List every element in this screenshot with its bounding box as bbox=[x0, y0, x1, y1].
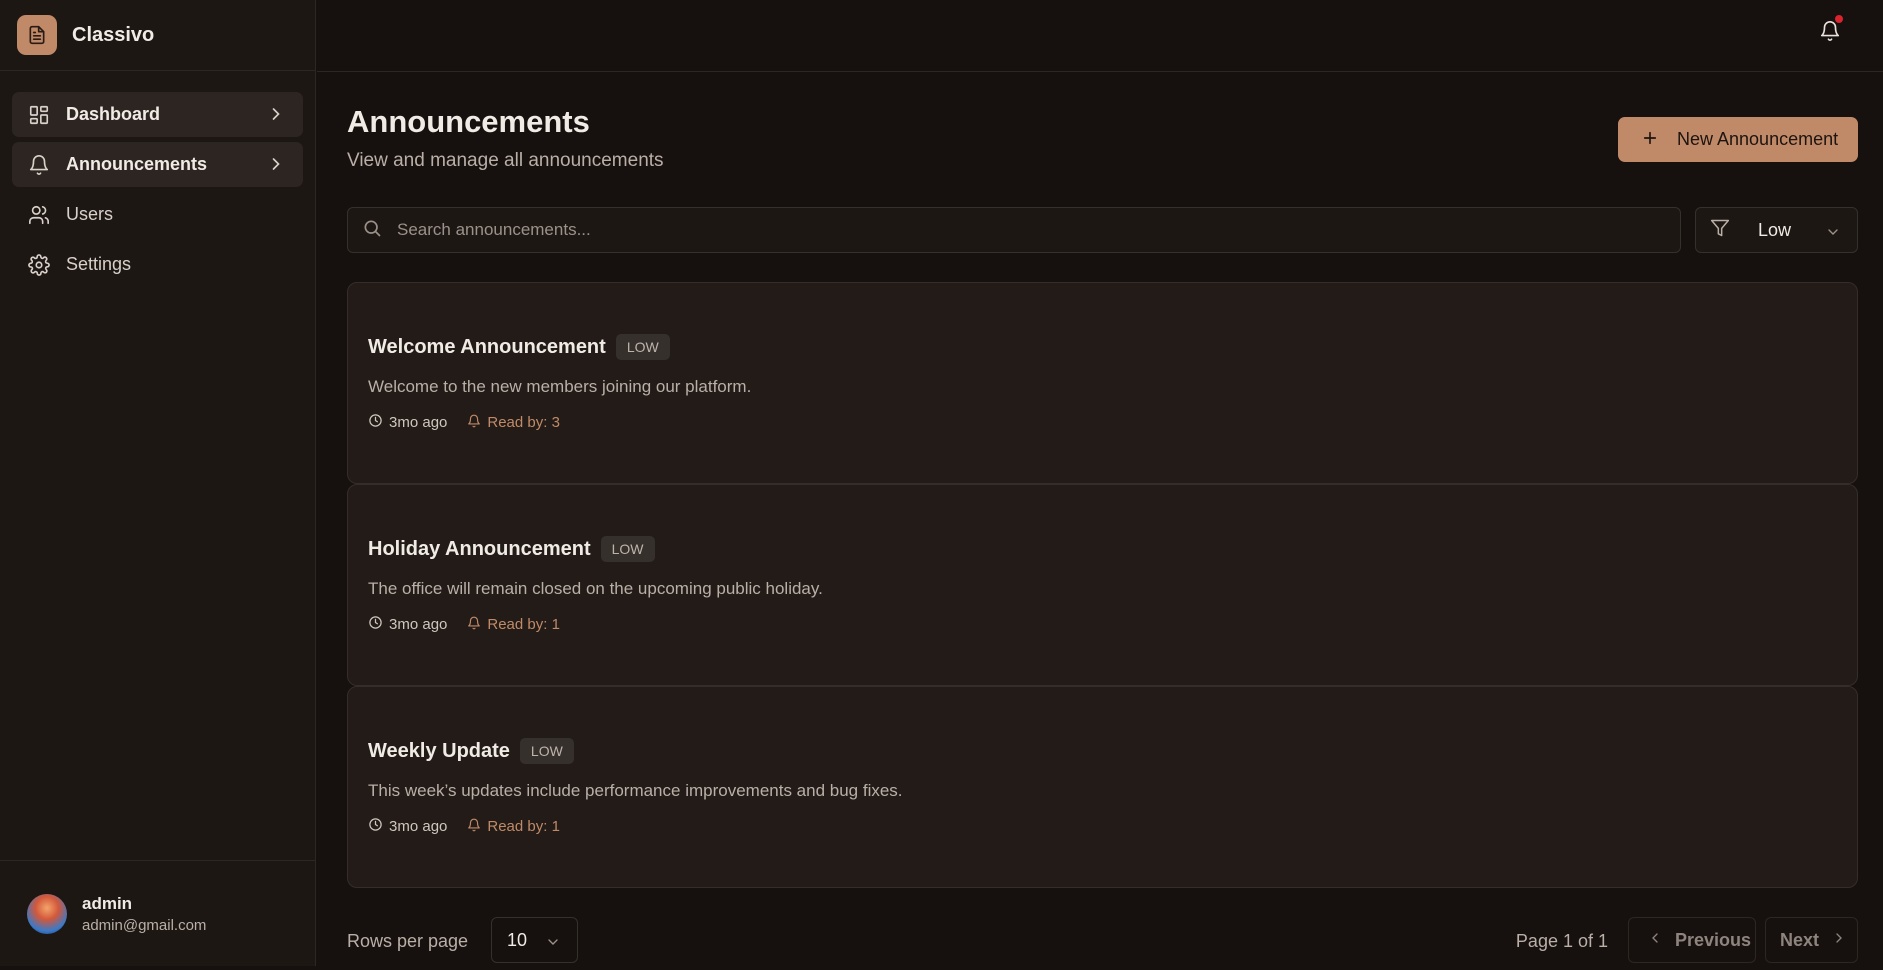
priority-badge: LOW bbox=[615, 334, 670, 360]
sidebar-item-label: Dashboard bbox=[66, 104, 161, 124]
brand: Classivo bbox=[0, 0, 315, 71]
sidebar-item-announcements[interactable]: Announcements bbox=[12, 142, 303, 187]
page-title: Announcements bbox=[347, 104, 590, 139]
announcement-card[interactable]: Welcome Announcement LOW Welcome to the … bbox=[347, 282, 1858, 484]
sidebar-item-dashboard[interactable]: Dashboard bbox=[12, 92, 303, 137]
search-bar[interactable] bbox=[347, 207, 1681, 253]
clock-icon bbox=[368, 817, 383, 836]
plus-icon bbox=[1641, 128, 1659, 152]
announcement-description: This week’s updates include performance … bbox=[368, 781, 903, 800]
page-info: Page 1 of 1 bbox=[1515, 931, 1608, 951]
clock-icon bbox=[368, 413, 383, 432]
avatar bbox=[27, 893, 67, 934]
bell-icon bbox=[27, 153, 51, 177]
top-bar bbox=[317, 0, 1883, 72]
user-info: admin admin@gmail.com bbox=[82, 894, 206, 934]
user-name: admin bbox=[82, 893, 133, 913]
sidebar-item-label: Announcements bbox=[66, 154, 208, 174]
card-header: Weekly Update LOW bbox=[368, 738, 574, 764]
new-announcement-button[interactable]: New Announcement bbox=[1618, 117, 1858, 162]
bell-icon bbox=[467, 414, 481, 432]
search-input[interactable] bbox=[397, 220, 1597, 240]
notification-dot bbox=[1835, 15, 1843, 23]
announcement-description: Welcome to the new members joining our p… bbox=[368, 377, 752, 396]
announcement-list: Welcome Announcement LOW Welcome to the … bbox=[347, 282, 1858, 888]
previous-label: Previous bbox=[1675, 929, 1752, 950]
chevron-right-icon bbox=[266, 104, 286, 129]
time-text: 3mo ago bbox=[389, 414, 448, 431]
chevron-right-icon bbox=[1831, 930, 1847, 951]
announcement-title: Welcome Announcement bbox=[368, 335, 606, 358]
announcement-read-count: Read by: 1 bbox=[467, 818, 560, 836]
sidebar: Classivo Dashboard Announcements Users S… bbox=[0, 0, 316, 966]
read-text: Read by: 1 bbox=[487, 616, 560, 633]
page-subtitle: View and manage all announcements bbox=[347, 150, 664, 171]
announcement-meta: 3mo ago Read by: 1 bbox=[368, 615, 560, 634]
priority-badge: LOW bbox=[600, 536, 655, 562]
notification-bell-icon[interactable] bbox=[1819, 20, 1841, 47]
sidebar-item-label: Settings bbox=[66, 254, 132, 274]
rows-per-page-label: Rows per page bbox=[347, 931, 469, 951]
chevron-down-icon bbox=[1825, 224, 1841, 245]
chevron-left-icon bbox=[1647, 930, 1663, 951]
new-announcement-label: New Announcement bbox=[1677, 129, 1839, 149]
card-header: Holiday Announcement LOW bbox=[368, 536, 655, 562]
layout-grid-icon bbox=[27, 103, 51, 127]
card-header: Welcome Announcement LOW bbox=[368, 334, 670, 360]
clock-icon bbox=[368, 615, 383, 634]
read-text: Read by: 3 bbox=[487, 414, 560, 431]
filter-icon bbox=[1710, 218, 1730, 243]
announcement-read-count: Read by: 1 bbox=[467, 616, 560, 634]
chevron-right-icon bbox=[266, 154, 286, 179]
announcement-card[interactable]: Weekly Update LOW This week’s updates in… bbox=[347, 686, 1858, 888]
announcement-time: 3mo ago bbox=[368, 413, 447, 432]
sidebar-item-users[interactable]: Users bbox=[12, 192, 303, 237]
announcement-time: 3mo ago bbox=[368, 615, 447, 634]
next-label: Next bbox=[1780, 929, 1820, 950]
bell-icon bbox=[467, 616, 481, 634]
rows-per-page-value: 10 bbox=[507, 929, 528, 950]
filter-value: Low bbox=[1758, 219, 1792, 240]
user-email: admin@gmail.com bbox=[82, 916, 207, 934]
time-text: 3mo ago bbox=[389, 616, 448, 633]
time-text: 3mo ago bbox=[389, 818, 448, 835]
user-profile[interactable]: admin admin@gmail.com bbox=[0, 860, 316, 966]
announcement-title: Holiday Announcement bbox=[368, 537, 591, 560]
sidebar-item-settings[interactable]: Settings bbox=[12, 242, 303, 287]
sidebar-nav: Dashboard Announcements Users Settings bbox=[0, 71, 315, 287]
search-icon bbox=[362, 218, 382, 243]
chevron-down-icon bbox=[545, 934, 561, 955]
users-icon bbox=[27, 203, 51, 227]
rows-per-page-select[interactable]: 10 bbox=[491, 917, 578, 963]
announcement-read-count: Read by: 3 bbox=[467, 414, 560, 432]
priority-filter[interactable]: Low bbox=[1695, 207, 1858, 253]
previous-page-button[interactable]: Previous bbox=[1628, 917, 1756, 963]
sidebar-item-label: Users bbox=[66, 204, 114, 224]
gear-icon bbox=[27, 253, 51, 277]
priority-badge: LOW bbox=[519, 738, 574, 764]
app-name: Classivo bbox=[72, 23, 155, 46]
read-text: Read by: 1 bbox=[487, 818, 560, 835]
announcement-title: Weekly Update bbox=[368, 739, 510, 762]
pagination-bar: Rows per page 10 Page 1 of 1 Previous Ne… bbox=[347, 917, 1858, 963]
announcement-time: 3mo ago bbox=[368, 817, 447, 836]
announcement-meta: 3mo ago Read by: 1 bbox=[368, 817, 560, 836]
bell-icon bbox=[467, 818, 481, 836]
announcement-meta: 3mo ago Read by: 3 bbox=[368, 413, 560, 432]
next-page-button[interactable]: Next bbox=[1765, 917, 1858, 963]
announcement-description: The office will remain closed on the upc… bbox=[368, 579, 823, 598]
announcement-card[interactable]: Holiday Announcement LOW The office will… bbox=[347, 484, 1858, 686]
document-icon[interactable] bbox=[17, 15, 57, 55]
